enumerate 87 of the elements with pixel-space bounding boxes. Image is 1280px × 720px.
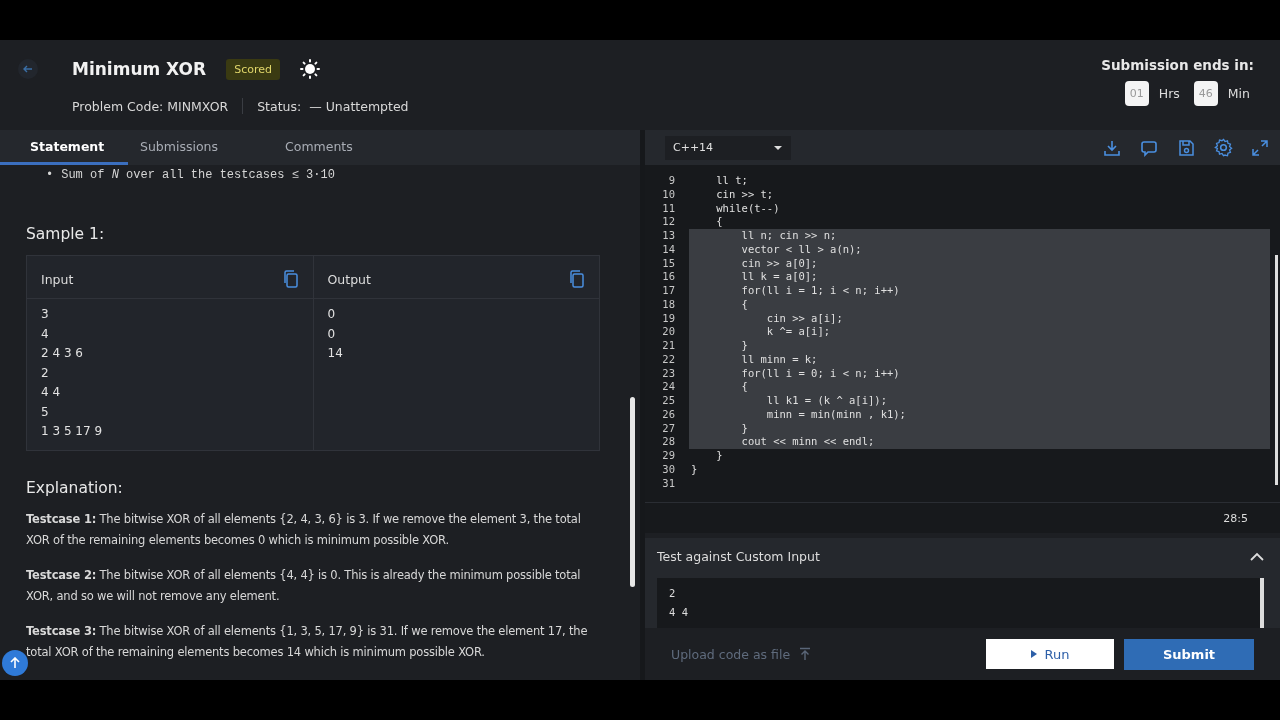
submit-button[interactable]: Submit — [1124, 638, 1254, 670]
code-line: while(t--) — [715, 201, 781, 216]
custom-input-field[interactable]: 2 4 4 — [657, 578, 1264, 628]
line-number: 26 — [661, 407, 676, 422]
timer-label: Submission ends in: — [1101, 57, 1254, 73]
line-number: 16 — [661, 270, 676, 284]
line-number: 31 — [661, 476, 676, 491]
custom-input-title: Test against Custom Input — [657, 548, 820, 564]
line-number: 11 — [661, 201, 676, 216]
tab[interactable]: Submissions — [128, 130, 273, 165]
upload-icon[interactable] — [798, 647, 813, 661]
chevron-icon[interactable] — [1250, 551, 1264, 561]
problem-title: Minimum XOR — [72, 59, 207, 79]
language-select[interactable]: C++14 — [665, 135, 791, 160]
sample-output-line: 0 — [327, 306, 337, 323]
copy-icon[interactable] — [569, 270, 585, 288]
line-number: 13 — [661, 229, 676, 243]
sample-input-line: 4 4 — [41, 384, 62, 401]
line-number: 28 — [661, 435, 676, 449]
sun-icon[interactable] — [299, 59, 320, 79]
line-number: 9 — [667, 174, 676, 188]
line-number: 14 — [661, 242, 676, 257]
scrollbar-thumb[interactable] — [630, 397, 635, 587]
custom-input-line: 4 4 — [669, 605, 689, 620]
column-heading: Input — [41, 271, 74, 287]
line-number: 29 — [661, 449, 676, 463]
chat-icon[interactable] — [1140, 138, 1158, 157]
explanation-paragraph: Testcase 1: The bitwise XOR of all elements {2, 4, 3, 6} is 3. If we remove the element 3, the total XOR of the remaining elements becomes 0 which is minimum possible XOR. — [26, 510, 582, 549]
run-button[interactable]: Run — [986, 639, 1114, 669]
sample-heading: Sample 1: — [26, 225, 106, 243]
line-number: 27 — [661, 421, 676, 436]
line-number: 17 — [661, 284, 676, 298]
explanation-paragraph: Testcase 2: The bitwise XOR of all elements {4, 4} is 0. This is already the minimum possible total XOR, and so we will not remove any element. — [26, 566, 582, 605]
line-number: 21 — [661, 339, 676, 353]
code-line: { — [715, 215, 724, 229]
sample-output-line: 14 — [327, 345, 344, 362]
line-number: 25 — [661, 394, 676, 408]
bullet: • — [46, 167, 54, 183]
line-number: 10 — [661, 187, 676, 202]
line-number: 18 — [661, 297, 676, 312]
back-button[interactable] — [18, 59, 38, 79]
play-icon — [1030, 650, 1037, 658]
tab[interactable]: Comments — [273, 130, 423, 165]
code-line: } — [690, 462, 699, 477]
custom-input-line: 2 — [669, 586, 677, 601]
copy-icon[interactable] — [282, 270, 299, 288]
settings-icon[interactable] — [1214, 138, 1233, 157]
download-icon[interactable] — [1103, 138, 1121, 157]
sample-input-line: 2 4 3 6 — [41, 345, 84, 362]
line-number: 19 — [661, 311, 676, 326]
line-number: 23 — [661, 366, 676, 381]
code-line: cin >> t; — [715, 187, 775, 202]
explanation-paragraph: Testcase 3: The bitwise XOR of all elements {1, 3, 5, 17, 9} is 31. If we remove the element 17, the total XOR of the remaining elements becomes 14 which is minimum possible XOR. — [26, 622, 589, 661]
problem-code: Problem Code: MINMXOR — [72, 98, 229, 114]
sample-input-line: 1 3 5 17 9 — [41, 423, 104, 440]
line-number: 20 — [661, 325, 676, 339]
sample-input-line: 2 — [41, 364, 50, 382]
line-number: 24 — [661, 380, 676, 394]
arrow-up-icon — [9, 657, 21, 669]
line-number: 22 — [661, 352, 676, 367]
scroll-top-button[interactable] — [2, 650, 28, 676]
line-number: 30 — [661, 462, 676, 477]
hours-unit: Hrs — [1158, 86, 1180, 101]
caret-icon — [773, 144, 783, 151]
save-icon[interactable] — [1177, 138, 1195, 157]
constraint-text: Sum of N over all the testcases ≤ 3·10 — [61, 167, 335, 183]
scored-badge: Scored — [226, 58, 280, 80]
sample-input-line: 3 — [41, 306, 50, 323]
column-heading: Output — [327, 271, 371, 287]
status-value: — Unattempted — [309, 98, 409, 114]
code-line: ll t; — [715, 174, 749, 188]
expand-icon[interactable] — [1252, 139, 1268, 156]
code-editor[interactable] — [645, 165, 1280, 503]
code-line: } — [715, 449, 724, 463]
minutes-unit: Min — [1227, 86, 1250, 101]
hours-value: 01 — [1124, 81, 1149, 106]
line-number: 12 — [661, 215, 676, 229]
line-number: 15 — [661, 256, 676, 271]
status-label: Status: — [257, 98, 302, 114]
explanation-heading: Explanation: — [26, 478, 124, 497]
sample-input-line: 5 — [41, 403, 50, 421]
cursor-position: 28:5 — [1223, 511, 1248, 525]
back-arrow-icon — [22, 63, 34, 75]
minutes-value: 46 — [1193, 81, 1218, 106]
sample-input-line: 4 — [41, 325, 50, 343]
sample-output-line: 0 — [327, 325, 337, 343]
tab[interactable]: Statement — [0, 130, 128, 165]
